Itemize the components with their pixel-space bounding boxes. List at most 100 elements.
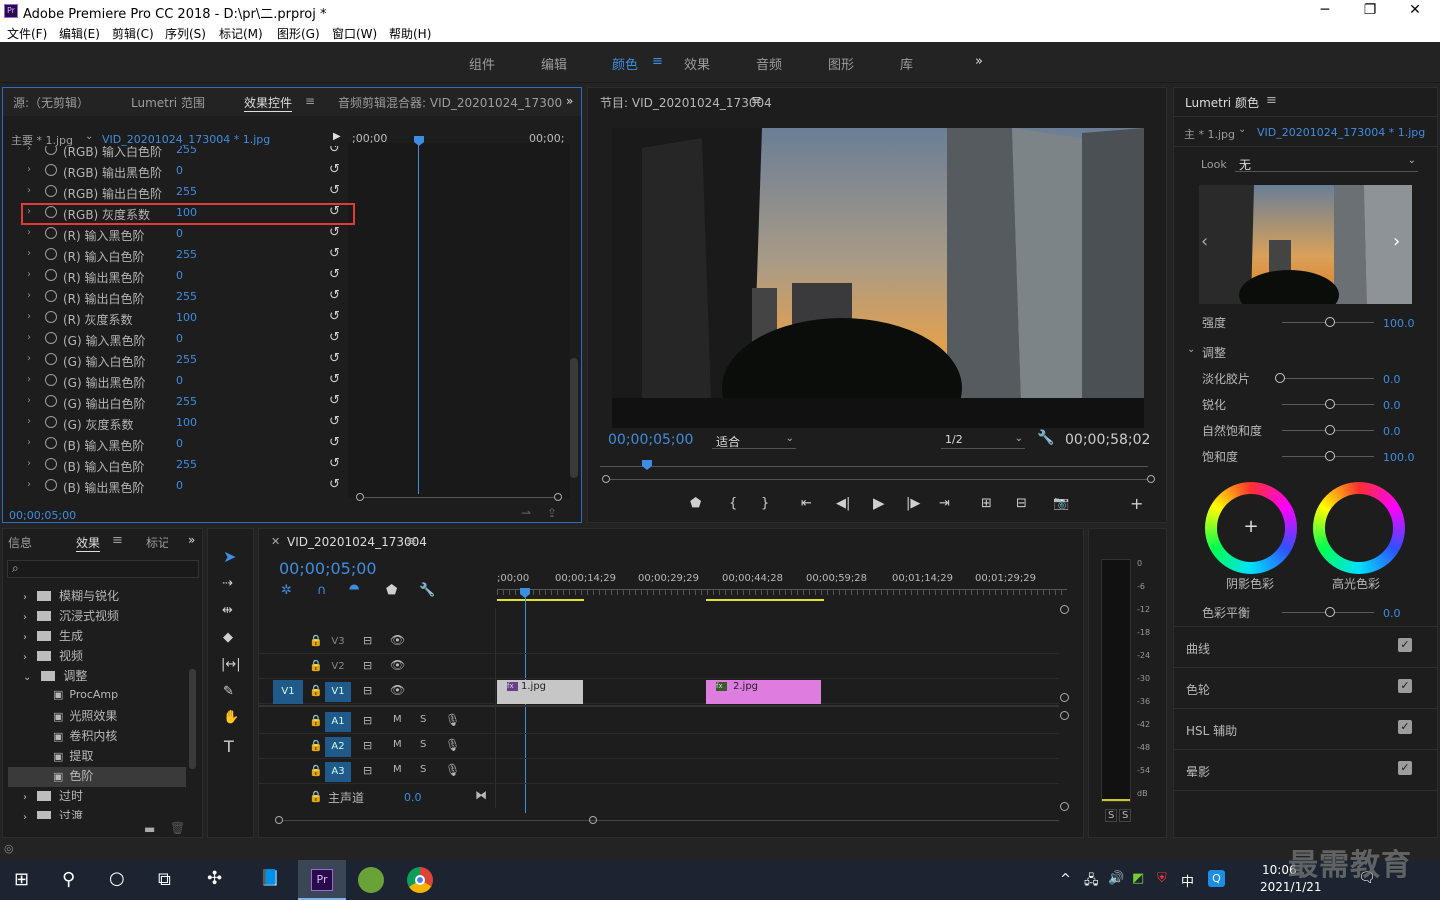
sync-lock-icon[interactable]: ⊟	[363, 764, 372, 777]
program-ruler[interactable]	[600, 466, 1148, 467]
stopwatch-icon[interactable]	[45, 311, 57, 323]
slider-value[interactable]: 100.0	[1383, 451, 1415, 464]
effect-property-row[interactable]: › (G) 输入白色阶 255 ↺	[3, 350, 348, 371]
stopwatch-icon[interactable]	[45, 458, 57, 470]
stopwatch-icon[interactable]	[45, 353, 57, 365]
effect-property-row[interactable]: › (R) 灰度系数 100 ↺	[3, 308, 348, 329]
trash-icon[interactable]: 🗑	[170, 821, 185, 835]
tab-lumetri-scopes[interactable]: Lumetri 范围	[131, 94, 205, 111]
linked-selection-icon[interactable]: ⯊	[349, 583, 359, 598]
solo-button[interactable]: S	[420, 714, 426, 725]
zoom-handle-left[interactable]	[356, 493, 364, 501]
property-value[interactable]: 0	[176, 164, 183, 177]
lock-icon[interactable]: 🔒	[309, 684, 323, 697]
step-forward-icon[interactable]: |▶	[906, 496, 920, 511]
solo-right-button[interactable]: S	[1119, 809, 1132, 822]
tray-chevron-icon[interactable]: ^	[1060, 872, 1071, 887]
reset-icon[interactable]: ↺	[329, 435, 340, 450]
stopwatch-icon[interactable]	[45, 227, 57, 239]
reset-icon[interactable]: ↺	[329, 183, 340, 198]
track-label[interactable]: V2	[325, 657, 351, 677]
selection-tool-icon[interactable]: ➤	[223, 547, 236, 566]
wheel-center[interactable]	[1325, 494, 1393, 562]
go-to-out-icon[interactable]: ⇥	[939, 496, 950, 511]
settings-wrench-icon[interactable]: 🔧	[419, 583, 435, 598]
program-menu-icon[interactable]: ≡	[751, 93, 762, 108]
eye-icon[interactable]: 👁	[390, 683, 405, 697]
effects-tree-item[interactable]: ▣ 光照效果	[53, 707, 187, 727]
property-value[interactable]: 0	[176, 479, 183, 492]
sync-lock-icon[interactable]: ⊟	[363, 684, 372, 697]
source-patch-v1[interactable]: V1	[273, 680, 303, 704]
lumetri-section[interactable]: HSL 辅助 ✓	[1174, 710, 1437, 750]
lock-icon[interactable]: 🔒	[309, 739, 323, 752]
property-value[interactable]: 0	[176, 437, 183, 450]
sync-lock-icon[interactable]: ⊟	[363, 659, 372, 672]
expand-chevron-icon[interactable]: ›	[27, 395, 31, 406]
expand-chevron-icon[interactable]: ›	[27, 311, 31, 322]
slider-knob[interactable]	[1325, 451, 1335, 461]
clip-name-label[interactable]: VID_20201024_173004 * 1.jpg	[102, 133, 270, 146]
lock-icon[interactable]: 🔒	[309, 659, 323, 672]
chevron-right-icon[interactable]: ›	[23, 612, 27, 623]
slider-value[interactable]: 0.0	[1383, 425, 1401, 438]
tab-markers[interactable]: 标记	[146, 534, 168, 551]
pinwheel-app-icon[interactable]: ✣	[207, 868, 222, 889]
mark-in-icon[interactable]: {	[729, 496, 737, 511]
chrome-icon[interactable]	[407, 867, 433, 893]
chevron-right-icon[interactable]: ›	[23, 812, 27, 819]
color-balance-knob[interactable]	[1325, 607, 1335, 617]
new-bin-icon[interactable]: ▬	[144, 822, 155, 836]
property-value[interactable]: 255	[176, 290, 197, 303]
solo-button[interactable]: S	[420, 739, 426, 750]
slider-knob[interactable]	[1325, 399, 1335, 409]
effect-property-row[interactable]: › (RGB) 输出白色阶 255 ↺	[3, 182, 348, 203]
property-value[interactable]: 100	[176, 416, 197, 429]
solo-left-button[interactable]: S	[1105, 809, 1118, 822]
expand-chevron-icon[interactable]: ›	[27, 416, 31, 427]
premiere-taskbar-button[interactable]: Pr	[298, 860, 346, 900]
cortana-icon[interactable]: ○	[109, 868, 125, 889]
effects-tree-item[interactable]: › 过时	[23, 787, 187, 807]
property-value[interactable]: 255	[176, 353, 197, 366]
workspace-color[interactable]: 颜色	[612, 54, 638, 73]
track-label[interactable]: V1	[325, 682, 351, 702]
lock-icon[interactable]: 🔒	[309, 714, 323, 727]
menu-help[interactable]: 帮助(H)	[389, 25, 431, 42]
tab-source[interactable]: 源:（无剪辑）	[13, 94, 89, 111]
tab-info[interactable]: 信息	[8, 534, 32, 551]
section-enable-checkbox[interactable]: ✓	[1398, 720, 1412, 734]
adjust-section-label[interactable]: 调整	[1202, 344, 1226, 361]
effect-property-row[interactable]: › (R) 输出黑色阶 0 ↺	[3, 266, 348, 287]
effect-property-row[interactable]: › (G) 输出黑色阶 0 ↺	[3, 371, 348, 392]
property-value[interactable]: 0	[176, 332, 183, 345]
sync-lock-icon[interactable]: ⊟	[363, 634, 372, 647]
reset-icon[interactable]: ↺	[329, 351, 340, 366]
track-select-icon[interactable]: ⇢	[222, 576, 233, 591]
look-preview[interactable]: ‹ ›	[1199, 185, 1412, 304]
mark-out-icon[interactable]: }	[761, 496, 769, 511]
tab-effects[interactable]: 效果	[76, 534, 101, 552]
effects-tree-item[interactable]: ▣ 卷积内核	[53, 727, 187, 747]
tab-audio-clip-mixer[interactable]: 音频剪辑混合器: VID_20201024_17300	[338, 94, 562, 111]
effect-property-row[interactable]: › (R) 输入白色阶 255 ↺	[3, 245, 348, 266]
intensity-knob[interactable]	[1325, 317, 1335, 327]
stopwatch-icon[interactable]	[45, 290, 57, 302]
nvidia-icon[interactable]: ◩	[1132, 871, 1144, 886]
effect-property-row[interactable]: › (G) 灰度系数 100 ↺	[3, 413, 348, 434]
expand-chevron-icon[interactable]: ›	[27, 437, 31, 448]
wrench-icon[interactable]: 🔧	[1037, 430, 1054, 446]
stopwatch-icon[interactable]	[45, 374, 57, 386]
lock-icon[interactable]: 🔒	[309, 790, 323, 803]
effect-property-row[interactable]: › (B) 输出黑色阶 0 ↺	[3, 476, 348, 497]
h-zoom-left[interactable]	[275, 816, 283, 824]
slider-track[interactable]	[1282, 378, 1374, 379]
menu-file[interactable]: 文件(F)	[7, 25, 47, 42]
network-icon[interactable]: 🖧	[1084, 871, 1099, 893]
effects-tree-item[interactable]: ▣ 色阶	[8, 767, 186, 787]
step-back-icon[interactable]: ◀|	[836, 496, 850, 511]
snap-icon[interactable]: ✲	[281, 583, 292, 598]
reset-icon[interactable]: ↺	[329, 267, 340, 282]
razor-tool-icon[interactable]: ◆	[223, 630, 233, 645]
play-icon[interactable]: ▶	[873, 494, 885, 512]
